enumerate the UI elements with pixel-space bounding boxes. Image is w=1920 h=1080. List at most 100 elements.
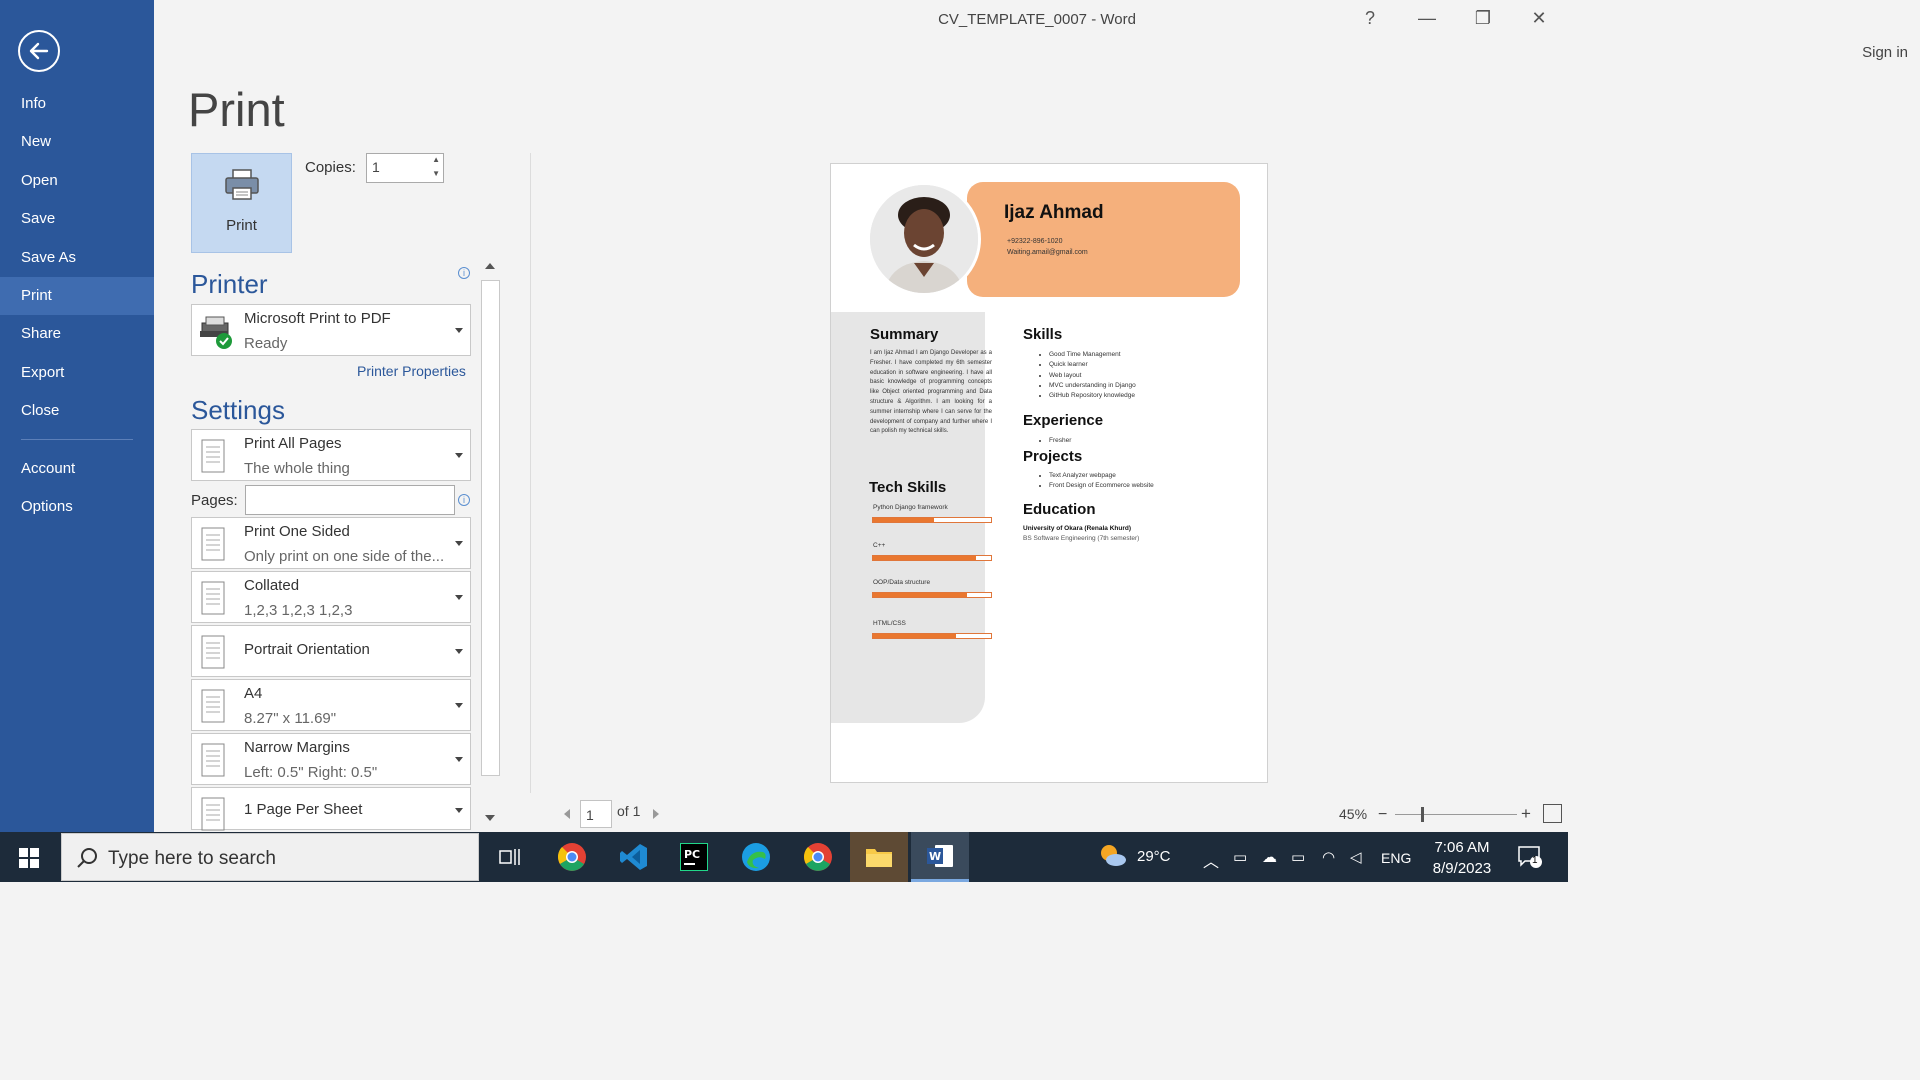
nav-item-close[interactable]: Close [0, 392, 154, 430]
setting-label: 1 Page Per Sheet [244, 801, 363, 818]
printer-properties-link[interactable]: Printer Properties [357, 363, 466, 379]
nav-item-share[interactable]: Share [0, 315, 154, 353]
margins-icon [198, 742, 230, 783]
pycharm-icon[interactable]: PC [665, 832, 723, 882]
nav-item-save-as[interactable]: Save As [0, 239, 154, 277]
nav-item-save[interactable]: Save [0, 200, 154, 238]
cv-education-heading: Education [1023, 501, 1096, 518]
cv-skills-list: Good Time ManagementQuick learnerWeb lay… [1049, 350, 1136, 401]
settings-dropdown-paper-size[interactable]: A4 8.27" x 11.69" [191, 679, 471, 731]
clock[interactable]: 7:06 AM 8/9/2023 [1430, 837, 1494, 879]
settings-dropdown-portrait[interactable]: Portrait Orientation [191, 625, 471, 677]
nav-item-export[interactable]: Export [0, 354, 154, 392]
tech-skill-fill [873, 593, 968, 597]
restore-button[interactable]: ❐ [1468, 8, 1498, 29]
minimize-button[interactable]: — [1412, 8, 1442, 29]
collated-icon [198, 580, 230, 621]
backstage-nav: Info New Open Save Save As Print Share Export Cl… [0, 0, 154, 832]
nav-item-options[interactable]: Options [0, 488, 154, 526]
setting-label: Print All Pages [244, 435, 342, 452]
spin-down-icon[interactable]: ▼ [432, 169, 440, 178]
word-icon[interactable]: W [911, 832, 969, 882]
cv-education-school: University of Okara (Renala Khurd) [1023, 525, 1131, 532]
vscode-icon[interactable] [605, 832, 663, 882]
battery-icon[interactable]: ▭ [1291, 848, 1305, 866]
task-view-icon[interactable] [481, 832, 539, 882]
nav-item-print[interactable]: Print [0, 276, 154, 316]
windows-start-icon[interactable] [19, 848, 39, 873]
setting-label: Print One Sided [244, 523, 350, 540]
pages-info-icon[interactable]: i [458, 494, 470, 506]
notifications-icon[interactable]: 1 [1517, 845, 1543, 874]
copies-value: 1 [372, 159, 380, 175]
chrome-profile-icon[interactable] [789, 832, 847, 882]
cv-experience-heading: Experience [1023, 412, 1104, 429]
sign-in-link[interactable]: Sign in [1862, 44, 1908, 61]
chevron-down-icon [455, 757, 463, 762]
paper-size-icon [198, 688, 230, 729]
printer-heading: Printer [191, 269, 268, 299]
nav-item-open[interactable]: Open [0, 162, 154, 200]
clock-time: 7:06 AM [1434, 839, 1490, 856]
scroll-down-icon[interactable] [485, 815, 495, 821]
settings-dropdown-one-sided[interactable]: Print One Sided Only print on one side of… [191, 517, 471, 569]
nav-item-info[interactable]: Info [0, 85, 154, 123]
settings-dropdown-pages[interactable]: Print All Pages The whole thing [191, 429, 471, 481]
zoom-in-icon[interactable]: + [1521, 804, 1531, 824]
setting-description: Left: 0.5" Right: 0.5" [244, 764, 378, 781]
onedrive-icon[interactable]: ☁ [1262, 848, 1277, 866]
zoom-level[interactable]: 45% [1339, 806, 1367, 822]
zoom-slider[interactable] [1395, 814, 1517, 815]
settings-dropdown-pages-per-sheet[interactable]: 1 Page Per Sheet [191, 787, 471, 831]
zoom-to-page-icon[interactable] [1543, 804, 1562, 823]
show-hidden-icons-icon[interactable]: ︿ [1203, 848, 1219, 872]
settings-scrollbar[interactable] [481, 280, 500, 776]
close-button[interactable]: ✕ [1524, 8, 1554, 29]
cv-skill-item: Good Time Management [1049, 350, 1136, 360]
zoom-out-icon[interactable]: − [1378, 806, 1387, 824]
edge-icon[interactable] [727, 832, 785, 882]
cv-tech-skills-heading: Tech Skills [869, 479, 947, 496]
copies-stepper[interactable]: 1 ▲ ▼ [366, 153, 444, 183]
cv-project-item: Front Design of Ecommerce website [1049, 481, 1154, 491]
back-arrow-icon[interactable] [18, 30, 60, 72]
pages-input[interactable] [245, 485, 455, 515]
scroll-up-icon[interactable] [485, 263, 495, 269]
file-explorer-icon[interactable] [850, 832, 908, 882]
volume-icon[interactable]: ◁ [1350, 848, 1362, 866]
svg-text:PC: PC [684, 848, 700, 861]
cv-photo [867, 182, 981, 296]
weather-icon[interactable] [1098, 841, 1128, 876]
page-number-input[interactable]: 1 [580, 800, 612, 828]
settings-heading: Settings [191, 395, 285, 425]
wifi-icon[interactable]: ◠ [1322, 848, 1335, 866]
next-page-icon[interactable] [653, 809, 659, 819]
weather-temp[interactable]: 29°C [1137, 848, 1171, 865]
language-indicator[interactable]: ENG [1381, 850, 1411, 866]
settings-dropdown-margins[interactable]: Narrow Margins Left: 0.5" Right: 0.5" [191, 733, 471, 785]
pages-label: Pages: [191, 492, 238, 509]
nav-item-account[interactable]: Account [0, 450, 154, 488]
zoom-slider-thumb[interactable] [1421, 807, 1424, 822]
search-placeholder: Type here to search [108, 848, 276, 869]
cv-experience-list: Fresher [1049, 436, 1071, 446]
printer-name: Microsoft Print to PDF [244, 310, 391, 327]
taskbar-search[interactable]: Type here to search [61, 833, 479, 881]
title-bar: CV_TEMPLATE_0007 - Word [154, 0, 1920, 40]
setting-label: Narrow Margins [244, 739, 350, 756]
setting-description: 1,2,3 1,2,3 1,2,3 [244, 602, 353, 619]
settings-dropdown-collated[interactable]: Collated 1,2,3 1,2,3 1,2,3 [191, 571, 471, 623]
tech-skill-bar [872, 555, 992, 561]
help-button[interactable]: ? [1355, 8, 1385, 29]
setting-label: Collated [244, 577, 300, 594]
info-icon[interactable]: i [458, 267, 470, 279]
chrome-icon[interactable] [543, 832, 601, 882]
meet-now-icon[interactable]: ▭ [1233, 848, 1247, 866]
prev-page-icon[interactable] [564, 809, 570, 819]
window-title: CV_TEMPLATE_0007 - Word [938, 11, 1136, 28]
spin-up-icon[interactable]: ▲ [432, 155, 440, 164]
print-button[interactable]: Print [191, 153, 292, 253]
printer-dropdown[interactable]: Microsoft Print to PDF Ready [191, 304, 471, 356]
nav-item-new[interactable]: New [0, 123, 154, 161]
cv-summary-text: I am Ijaz Ahmad I am Django Developer as… [870, 350, 992, 435]
